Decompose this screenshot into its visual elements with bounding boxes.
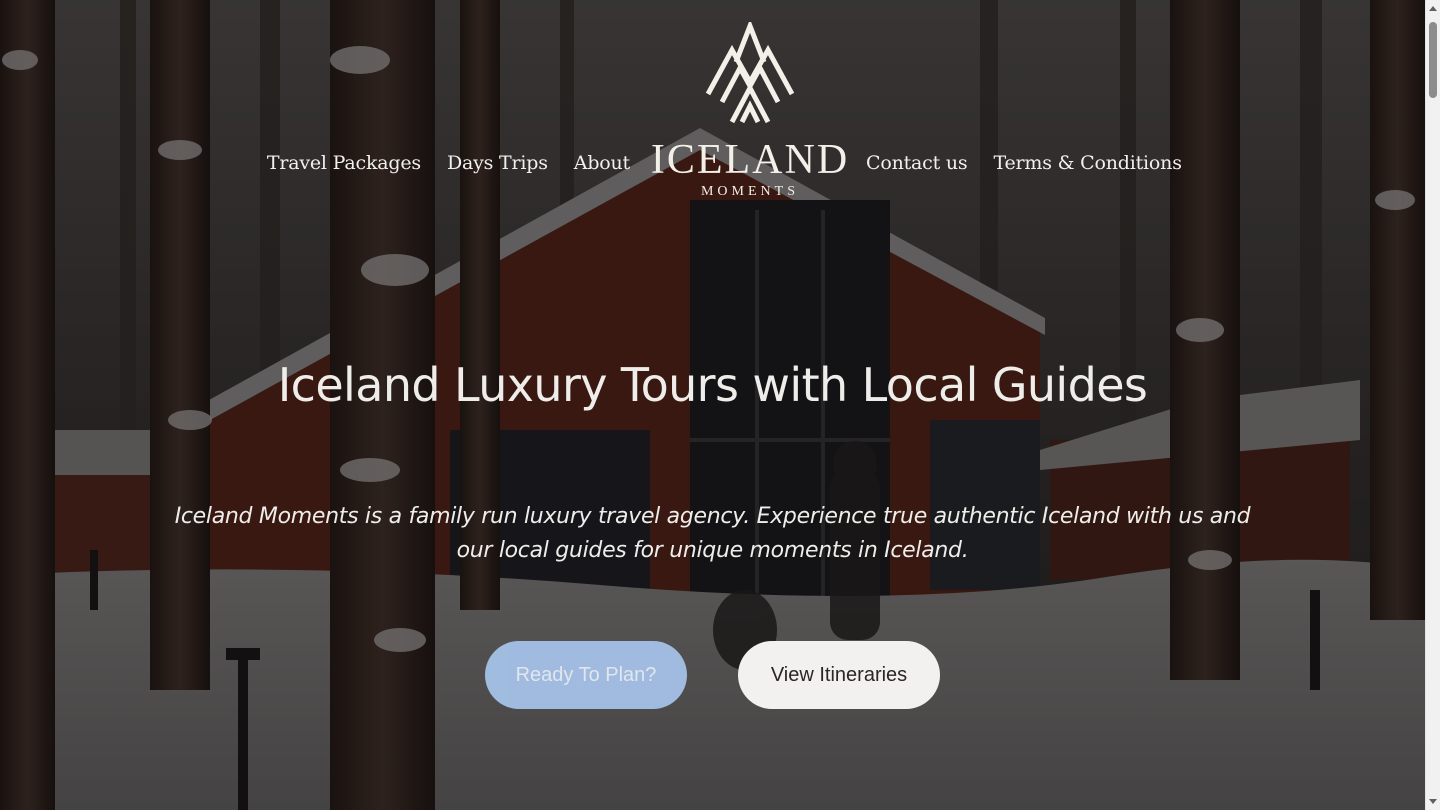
primary-nav-right: Contact us Terms & Conditions [866, 152, 1182, 174]
logo-wordmark: ICELAND [650, 137, 850, 183]
logo-subtitle: MOMENTS [700, 184, 799, 199]
hero-title: Iceland Luxury Tours with Local Guides [277, 358, 1148, 412]
hero-description: Iceland Moments is a family run luxury t… [174, 504, 1251, 563]
nav-contact-us[interactable]: Contact us [866, 152, 968, 174]
scroll-down-arrow-icon[interactable] [1429, 799, 1437, 804]
nav-terms-conditions[interactable]: Terms & Conditions [993, 152, 1181, 174]
site-logo[interactable]: ICELAND MOMENTS [650, 22, 850, 222]
nav-about[interactable]: About [574, 152, 630, 174]
ready-to-plan-button[interactable]: Ready To Plan? [485, 641, 687, 709]
primary-nav-left: Travel Packages Days Trips About [267, 152, 630, 174]
scrollbar-thumb[interactable] [1429, 22, 1437, 98]
page-scrollbar[interactable] [1425, 0, 1440, 810]
nav-travel-packages[interactable]: Travel Packages [267, 152, 421, 174]
view-itineraries-button[interactable]: View Itineraries [738, 641, 940, 709]
nav-days-trips[interactable]: Days Trips [447, 152, 548, 174]
page: Travel Packages Days Trips About ICELAND… [0, 0, 1425, 810]
scroll-up-arrow-icon[interactable] [1429, 6, 1437, 11]
mountain-logo-icon [705, 22, 795, 124]
